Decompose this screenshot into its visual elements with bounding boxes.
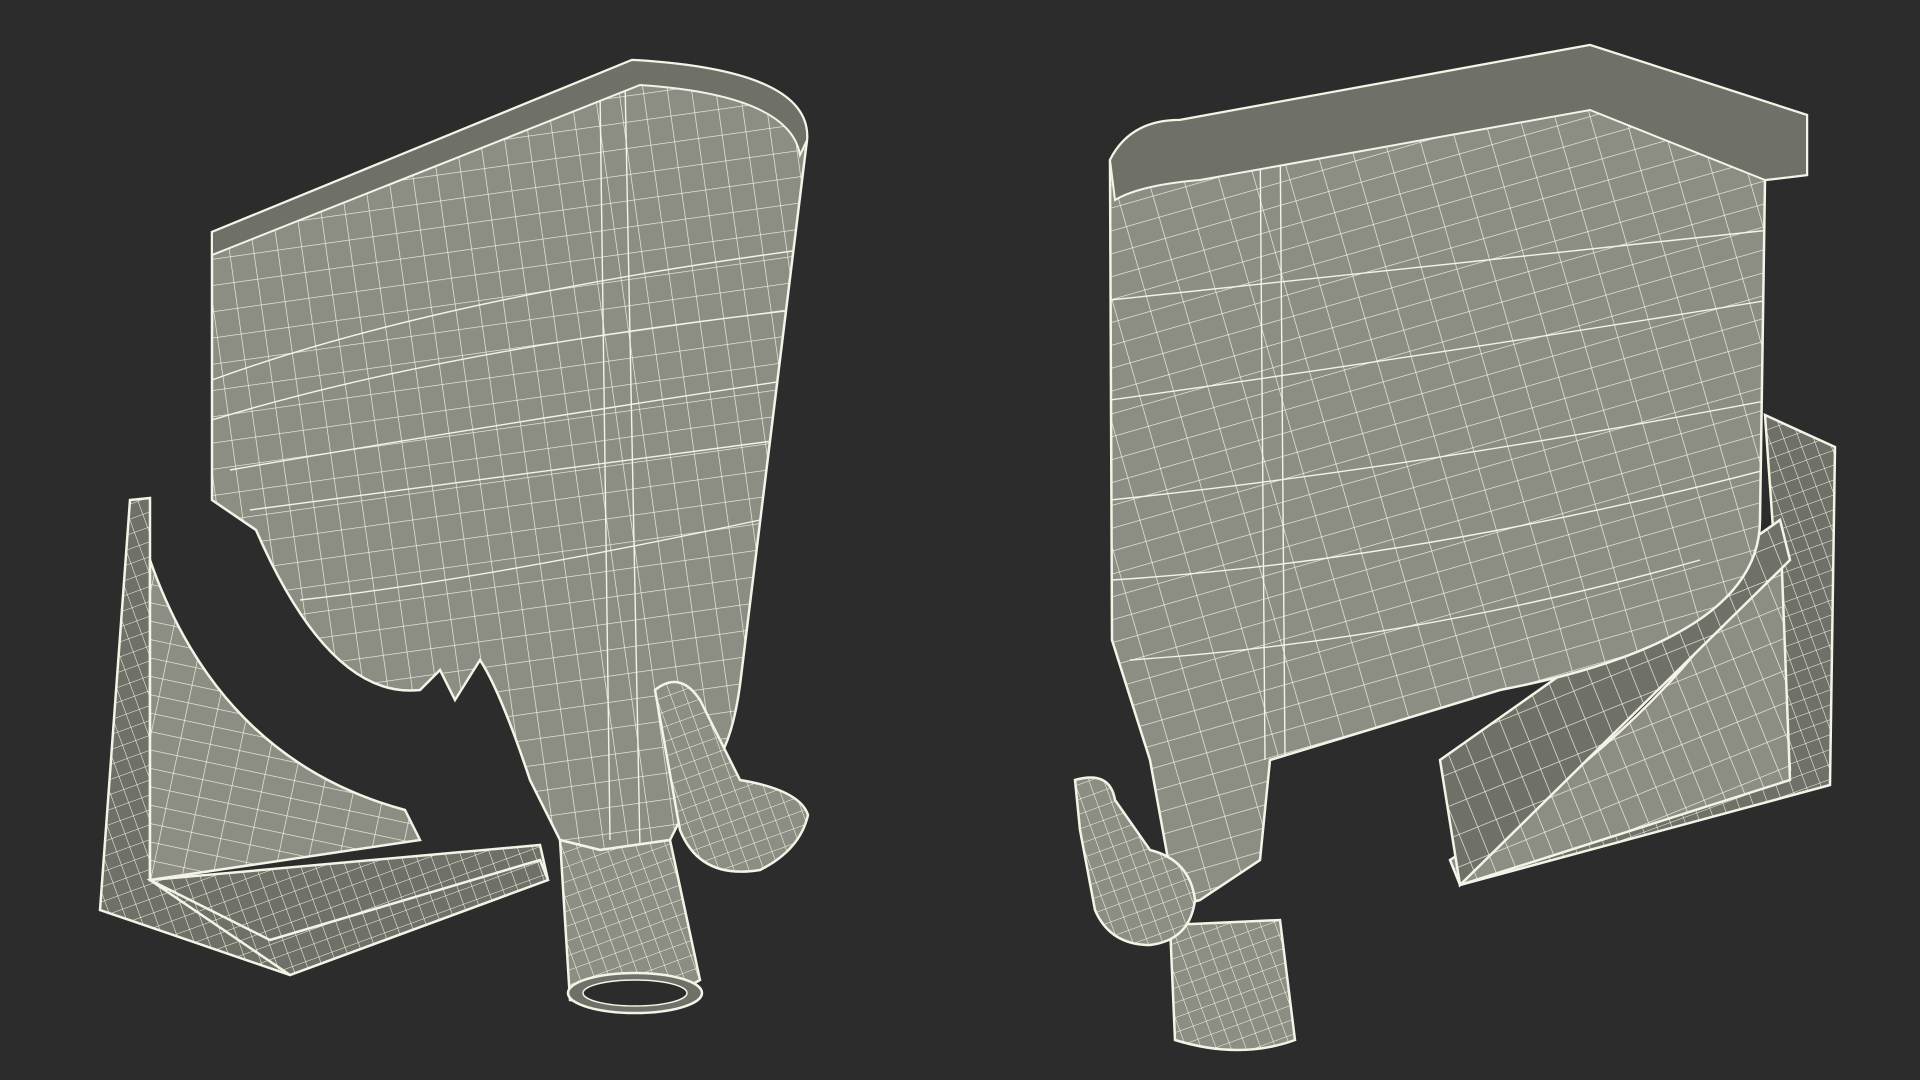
render-viewport xyxy=(0,0,1920,1080)
wireframe-scene xyxy=(0,0,1920,1080)
